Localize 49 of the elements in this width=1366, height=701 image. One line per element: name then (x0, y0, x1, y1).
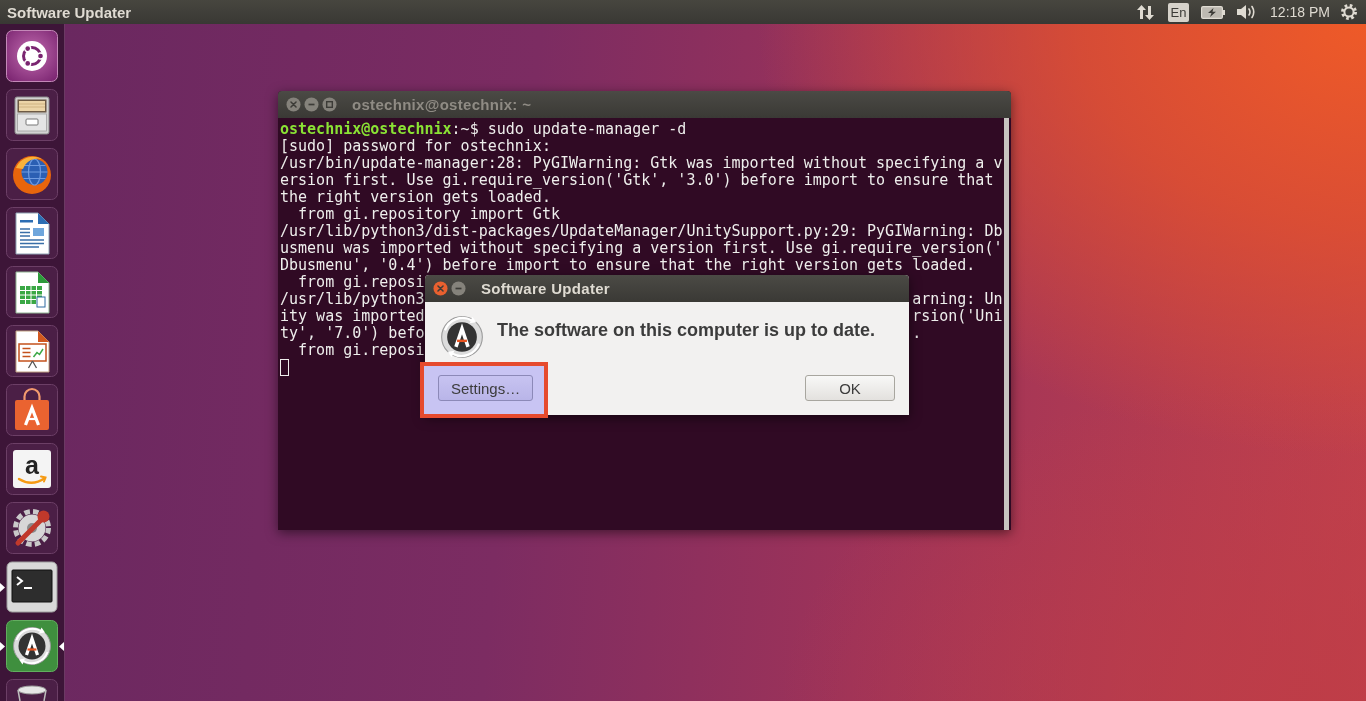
terminal-line: rsion('Uni (912, 308, 1004, 325)
terminal-line: arning: Un (912, 291, 1004, 308)
terminal-line: [sudo] password for ostechnix: (280, 137, 551, 155)
dialog-button[interactable]: OK (805, 375, 895, 401)
dialog-button[interactable]: Settings… (438, 375, 534, 401)
terminal-line: from gi.repository import Gtk (298, 205, 560, 223)
gear-wrench-icon[interactable] (6, 502, 58, 554)
close-icon[interactable] (286, 97, 301, 112)
terminal-icon[interactable] (6, 561, 58, 613)
terminal-line: usmenu was imported without specifying a version first. Use gi.require_version(' (280, 239, 1003, 257)
terminal-line: ty', '7.0') befo (280, 324, 425, 342)
terminal-line: from gi.reposi (298, 273, 425, 291)
shopping-bag-icon[interactable] (6, 384, 58, 436)
presentation-icon[interactable] (6, 325, 58, 377)
maximize-icon[interactable] (322, 97, 337, 112)
terminal-line: /usr/lib/python3 (280, 290, 425, 308)
window-title: Software Updater (481, 280, 610, 297)
transfer-arrows-icon[interactable] (1137, 3, 1155, 21)
spreadsheet-icon[interactable] (6, 266, 58, 318)
battery-icon[interactable] (1201, 5, 1226, 19)
minimize-icon[interactable] (451, 281, 466, 296)
terminal-line: from gi.reposi (298, 341, 425, 359)
close-icon[interactable] (433, 281, 448, 296)
clock[interactable]: 12:18 PM (1270, 4, 1330, 20)
scrollbar[interactable] (1004, 118, 1009, 530)
terminal-line: . (912, 325, 923, 342)
ring-dots-icon[interactable] (6, 30, 58, 82)
volume-icon[interactable] (1236, 4, 1257, 20)
document-icon[interactable] (6, 207, 58, 259)
terminal-line: /usr/lib/python3/dist-packages/UpdateManager/UnitySupport.py:29: PyGIWarning: Db (280, 222, 1003, 240)
dialog-message: The software on this computer is up to date. (497, 320, 876, 341)
terminal-line: the right version gets loaded. (280, 188, 551, 206)
keyboard-layout-indicator[interactable]: En (1168, 2, 1190, 22)
window-title: ostechnix@ostechnix: ~ (352, 96, 532, 113)
globe-icon[interactable] (6, 148, 58, 200)
prompt-host: ostechnix@ostechnix (280, 120, 452, 138)
update-arrows-icon (440, 315, 484, 359)
minimize-icon[interactable] (304, 97, 319, 112)
terminal-line: Dbusmenu', '0.4') before import to ensure that the right version gets loaded. (280, 256, 976, 274)
terminal-line: ity was imported (280, 307, 425, 325)
command-text: :~$ sudo update-manager -d (451, 120, 687, 138)
trash-icon[interactable] (6, 679, 58, 701)
terminal-line: ersion first. Use gi.require_version('Gtk', '3.0') before import to ensure that (280, 171, 994, 189)
file-cabinet-icon[interactable] (6, 89, 58, 141)
app-title: Software Updater (7, 3, 132, 21)
block-cursor-icon (280, 359, 289, 376)
gear-icon[interactable] (1340, 3, 1358, 21)
update-arrows-icon[interactable] (6, 620, 58, 672)
terminal-line: /usr/bin/update-manager:28: PyGIWarning: Gtk was imported without specifying a v (280, 154, 1003, 172)
